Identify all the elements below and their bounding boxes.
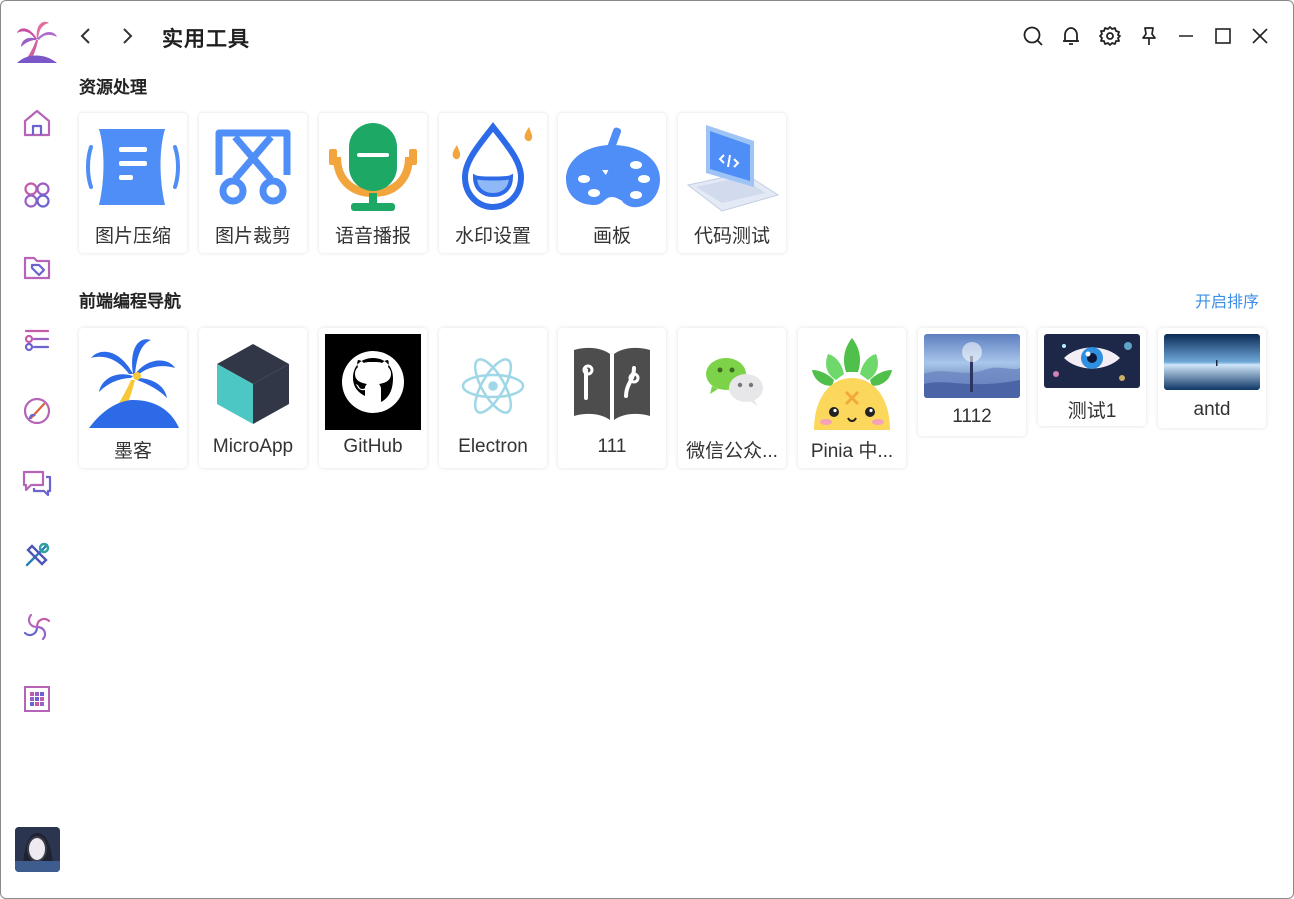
gear-icon[interactable] <box>1097 23 1123 49</box>
pinia-icon <box>804 334 900 430</box>
sky-photo <box>924 334 1020 398</box>
nav-label: 墨客 <box>113 441 152 462</box>
grid-icon[interactable] <box>19 681 55 717</box>
tool-card-voice[interactable]: 语音播报 <box>319 113 427 253</box>
github-icon <box>325 334 421 430</box>
app-logo-icon[interactable] <box>15 19 59 65</box>
nav-label: 1112 <box>952 406 992 427</box>
ocean-photo <box>1164 334 1260 390</box>
microphone-icon <box>325 119 421 215</box>
code-laptop-icon <box>684 119 780 215</box>
nav-label: 111 <box>597 436 627 457</box>
tool-card-watermark[interactable]: 水印设置 <box>439 113 547 253</box>
watermark-drop-icon <box>445 119 541 215</box>
sidebar <box>1 1 71 898</box>
apps-icon[interactable] <box>19 177 55 213</box>
palm-logo-icon <box>85 334 181 430</box>
chat-icon[interactable] <box>19 465 55 501</box>
section-title-resources: 资源处理 <box>79 78 147 97</box>
wechat-icon <box>684 334 780 430</box>
image-crop-icon <box>205 119 301 215</box>
tool-card-code-test[interactable]: 代码测试 <box>678 113 786 253</box>
enable-sort-link[interactable]: 开启排序 <box>1195 288 1259 312</box>
bell-icon[interactable] <box>1058 23 1084 49</box>
cube-icon <box>205 334 301 430</box>
book-icon <box>564 334 660 430</box>
forward-button[interactable] <box>115 23 139 49</box>
tool-label: 水印设置 <box>454 226 531 247</box>
nav-label: MicroApp <box>212 436 294 457</box>
nav-card-pinia[interactable]: Pinia 中... <box>798 328 906 468</box>
section-title-frontend-nav: 前端编程导航 <box>79 292 181 311</box>
eye-photo <box>1044 334 1140 388</box>
search-icon[interactable] <box>1020 23 1046 49</box>
nav-card-1112[interactable]: 1112 <box>918 328 1026 436</box>
tool-label: 语音播报 <box>334 226 411 247</box>
nav-label: Pinia 中... <box>810 441 894 462</box>
nav-label: GitHub <box>343 436 403 457</box>
nav-card-microapp[interactable]: MicroApp <box>199 328 307 468</box>
back-button[interactable] <box>74 23 98 49</box>
palette-icon <box>564 119 660 215</box>
tool-label: 画板 <box>592 226 631 247</box>
maximize-icon[interactable] <box>1210 23 1236 49</box>
close-icon[interactable] <box>1247 23 1273 49</box>
nav-card-github[interactable]: GitHub <box>319 328 427 468</box>
pin-icon[interactable] <box>1136 23 1162 49</box>
nav-card-test1[interactable]: 测试1 <box>1038 328 1146 426</box>
home-icon[interactable] <box>19 105 55 141</box>
nav-card-electron[interactable]: Electron <box>439 328 547 468</box>
nav-label: 测试1 <box>1067 401 1117 422</box>
tool-label: 代码测试 <box>693 226 770 247</box>
minimize-icon[interactable] <box>1173 23 1199 49</box>
tool-card-image-compress[interactable]: 图片压缩 <box>79 113 187 253</box>
nav-card-moke[interactable]: 墨客 <box>79 328 187 468</box>
app-window: 实用工具 资源处理 图片压缩 图片裁剪 语音播报 水印设置 画板 代码测试 前端… <box>0 0 1294 899</box>
tool-card-image-crop[interactable]: 图片裁剪 <box>199 113 307 253</box>
folder-tag-icon[interactable] <box>19 249 55 285</box>
tool-label: 图片裁剪 <box>214 226 291 247</box>
page-title: 实用工具 <box>162 28 250 51</box>
nav-card-111[interactable]: 111 <box>558 328 666 468</box>
brush-icon[interactable] <box>19 393 55 429</box>
nav-card-antd[interactable]: antd <box>1158 328 1266 428</box>
avatar[interactable] <box>15 827 60 872</box>
list-settings-icon[interactable] <box>19 321 55 357</box>
electron-icon <box>445 334 541 430</box>
spiral-icon[interactable] <box>19 609 55 645</box>
nav-card-wechat[interactable]: 微信公众... <box>678 328 786 468</box>
nav-label: Electron <box>458 436 528 457</box>
tool-label: 图片压缩 <box>94 226 171 247</box>
nav-label: antd <box>1193 399 1231 420</box>
tools-icon[interactable] <box>19 537 55 573</box>
tool-card-palette[interactable]: 画板 <box>558 113 666 253</box>
nav-label: 微信公众... <box>686 441 778 462</box>
image-compress-icon <box>85 119 181 215</box>
